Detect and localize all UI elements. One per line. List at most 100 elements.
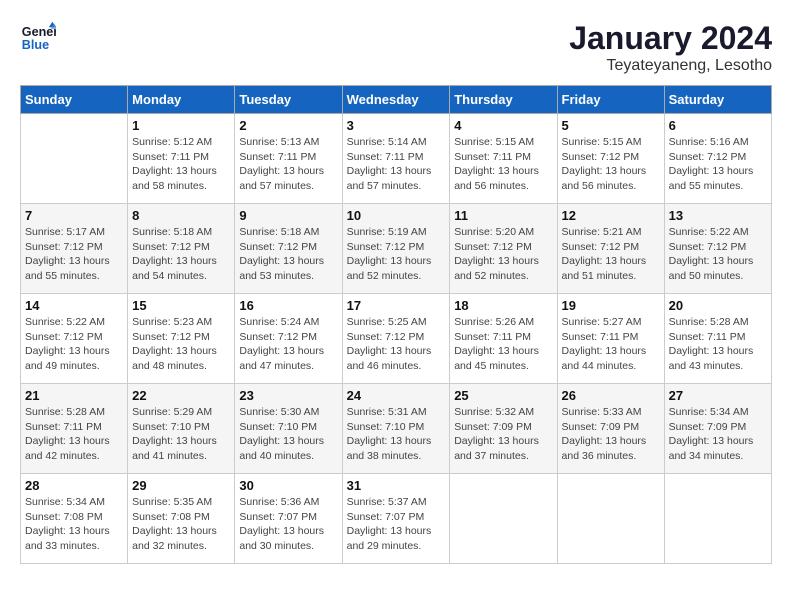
day-cell: 9 Sunrise: 5:18 AMSunset: 7:12 PMDaylight… bbox=[235, 204, 342, 294]
day-cell: 24 Sunrise: 5:31 AMSunset: 7:10 PMDayligh… bbox=[342, 384, 450, 474]
day-cell: 17 Sunrise: 5:25 AMSunset: 7:12 PMDayligh… bbox=[342, 294, 450, 384]
day-number: 31 bbox=[347, 478, 446, 493]
day-info: Sunrise: 5:19 AMSunset: 7:12 PMDaylight:… bbox=[347, 225, 446, 284]
day-cell: 28 Sunrise: 5:34 AMSunset: 7:08 PMDayligh… bbox=[21, 474, 128, 564]
day-number: 23 bbox=[239, 388, 337, 403]
day-number: 17 bbox=[347, 298, 446, 313]
day-number: 15 bbox=[132, 298, 230, 313]
day-cell: 5 Sunrise: 5:15 AMSunset: 7:12 PMDaylight… bbox=[557, 114, 664, 204]
day-info: Sunrise: 5:25 AMSunset: 7:12 PMDaylight:… bbox=[347, 315, 446, 374]
day-cell: 18 Sunrise: 5:26 AMSunset: 7:11 PMDayligh… bbox=[450, 294, 557, 384]
day-number: 18 bbox=[454, 298, 552, 313]
day-cell bbox=[557, 474, 664, 564]
day-number: 12 bbox=[562, 208, 660, 223]
col-friday: Friday bbox=[557, 86, 664, 114]
day-number: 5 bbox=[562, 118, 660, 133]
day-cell: 3Sunrise: 5:14 AMSunset: 7:11 PMDaylight… bbox=[342, 114, 450, 204]
day-info: Sunrise: 5:28 AMSunset: 7:11 PMDaylight:… bbox=[669, 315, 767, 374]
day-info: Sunrise: 5:14 AMSunset: 7:11 PMDaylight:… bbox=[347, 135, 446, 194]
col-sunday: Sunday bbox=[21, 86, 128, 114]
day-info: Sunrise: 5:23 AMSunset: 7:12 PMDaylight:… bbox=[132, 315, 230, 374]
day-cell bbox=[664, 474, 771, 564]
day-cell: 27 Sunrise: 5:34 AMSunset: 7:09 PMDayligh… bbox=[664, 384, 771, 474]
day-info: Sunrise: 5:18 AMSunset: 7:12 PMDaylight:… bbox=[132, 225, 230, 284]
day-cell: 11Sunrise: 5:20 AMSunset: 7:12 PMDayligh… bbox=[450, 204, 557, 294]
day-info: Sunrise: 5:27 AMSunset: 7:11 PMDaylight:… bbox=[562, 315, 660, 374]
week-row-3: 14 Sunrise: 5:22 AMSunset: 7:12 PMDayligh… bbox=[21, 294, 772, 384]
day-info: Sunrise: 5:33 AMSunset: 7:09 PMDaylight:… bbox=[562, 405, 660, 464]
header-row: Sunday Monday Tuesday Wednesday Thursday… bbox=[21, 86, 772, 114]
day-info: Sunrise: 5:24 AMSunset: 7:12 PMDaylight:… bbox=[239, 315, 337, 374]
location-title: Teyateyaneng, Lesotho bbox=[569, 57, 772, 75]
day-info: Sunrise: 5:28 AMSunset: 7:11 PMDaylight:… bbox=[25, 405, 123, 464]
day-info: Sunrise: 5:35 AMSunset: 7:08 PMDaylight:… bbox=[132, 495, 230, 554]
day-cell: 15 Sunrise: 5:23 AMSunset: 7:12 PMDayligh… bbox=[128, 294, 235, 384]
logo-icon: General Blue bbox=[20, 20, 56, 56]
day-cell: 4 Sunrise: 5:15 AMSunset: 7:11 PMDaylight… bbox=[450, 114, 557, 204]
day-info: Sunrise: 5:12 AMSunset: 7:11 PMDaylight:… bbox=[132, 135, 230, 194]
day-cell: 26 Sunrise: 5:33 AMSunset: 7:09 PMDayligh… bbox=[557, 384, 664, 474]
day-cell: 12 Sunrise: 5:21 AMSunset: 7:12 PMDayligh… bbox=[557, 204, 664, 294]
col-wednesday: Wednesday bbox=[342, 86, 450, 114]
col-monday: Monday bbox=[128, 86, 235, 114]
col-tuesday: Tuesday bbox=[235, 86, 342, 114]
day-number: 19 bbox=[562, 298, 660, 313]
day-info: Sunrise: 5:34 AMSunset: 7:09 PMDaylight:… bbox=[669, 405, 767, 464]
day-cell: 7 Sunrise: 5:17 AMSunset: 7:12 PMDaylight… bbox=[21, 204, 128, 294]
day-number: 21 bbox=[25, 388, 123, 403]
day-number: 1 bbox=[132, 118, 230, 133]
day-number: 26 bbox=[562, 388, 660, 403]
day-number: 29 bbox=[132, 478, 230, 493]
day-info: Sunrise: 5:15 AMSunset: 7:11 PMDaylight:… bbox=[454, 135, 552, 194]
day-number: 30 bbox=[239, 478, 337, 493]
week-row-4: 21 Sunrise: 5:28 AMSunset: 7:11 PMDayligh… bbox=[21, 384, 772, 474]
day-cell: 19 Sunrise: 5:27 AMSunset: 7:11 PMDayligh… bbox=[557, 294, 664, 384]
page-header: General Blue January 2024 Teyateyaneng, … bbox=[20, 20, 772, 75]
day-cell: 10 Sunrise: 5:19 AMSunset: 7:12 PMDayligh… bbox=[342, 204, 450, 294]
day-info: Sunrise: 5:22 AMSunset: 7:12 PMDaylight:… bbox=[25, 315, 123, 374]
week-row-5: 28 Sunrise: 5:34 AMSunset: 7:08 PMDayligh… bbox=[21, 474, 772, 564]
day-number: 8 bbox=[132, 208, 230, 223]
day-number: 9 bbox=[239, 208, 337, 223]
day-number: 2 bbox=[239, 118, 337, 133]
day-cell: 16 Sunrise: 5:24 AMSunset: 7:12 PMDayligh… bbox=[235, 294, 342, 384]
day-number: 16 bbox=[239, 298, 337, 313]
day-number: 13 bbox=[669, 208, 767, 223]
day-info: Sunrise: 5:22 AMSunset: 7:12 PMDaylight:… bbox=[669, 225, 767, 284]
svg-text:Blue: Blue bbox=[22, 38, 49, 52]
day-info: Sunrise: 5:30 AMSunset: 7:10 PMDaylight:… bbox=[239, 405, 337, 464]
day-cell: 23 Sunrise: 5:30 AMSunset: 7:10 PMDayligh… bbox=[235, 384, 342, 474]
day-info: Sunrise: 5:34 AMSunset: 7:08 PMDaylight:… bbox=[25, 495, 123, 554]
day-cell: 8 Sunrise: 5:18 AMSunset: 7:12 PMDaylight… bbox=[128, 204, 235, 294]
day-info: Sunrise: 5:20 AMSunset: 7:12 PMDaylight:… bbox=[454, 225, 552, 284]
day-cell: 25Sunrise: 5:32 AMSunset: 7:09 PMDayligh… bbox=[450, 384, 557, 474]
day-cell: 2Sunrise: 5:13 AMSunset: 7:11 PMDaylight… bbox=[235, 114, 342, 204]
day-cell bbox=[21, 114, 128, 204]
day-info: Sunrise: 5:15 AMSunset: 7:12 PMDaylight:… bbox=[562, 135, 660, 194]
day-info: Sunrise: 5:36 AMSunset: 7:07 PMDaylight:… bbox=[239, 495, 337, 554]
title-block: January 2024 Teyateyaneng, Lesotho bbox=[569, 20, 772, 75]
day-info: Sunrise: 5:29 AMSunset: 7:10 PMDaylight:… bbox=[132, 405, 230, 464]
day-cell: 29 Sunrise: 5:35 AMSunset: 7:08 PMDayligh… bbox=[128, 474, 235, 564]
day-cell: 20Sunrise: 5:28 AMSunset: 7:11 PMDayligh… bbox=[664, 294, 771, 384]
day-info: Sunrise: 5:16 AMSunset: 7:12 PMDaylight:… bbox=[669, 135, 767, 194]
day-cell bbox=[450, 474, 557, 564]
day-number: 24 bbox=[347, 388, 446, 403]
day-number: 14 bbox=[25, 298, 123, 313]
day-info: Sunrise: 5:18 AMSunset: 7:12 PMDaylight:… bbox=[239, 225, 337, 284]
day-info: Sunrise: 5:26 AMSunset: 7:11 PMDaylight:… bbox=[454, 315, 552, 374]
day-cell: 31 Sunrise: 5:37 AMSunset: 7:07 PMDayligh… bbox=[342, 474, 450, 564]
day-number: 27 bbox=[669, 388, 767, 403]
day-cell: 1 Sunrise: 5:12 AMSunset: 7:11 PMDaylight… bbox=[128, 114, 235, 204]
day-number: 4 bbox=[454, 118, 552, 133]
day-info: Sunrise: 5:17 AMSunset: 7:12 PMDaylight:… bbox=[25, 225, 123, 284]
logo: General Blue bbox=[20, 20, 56, 56]
col-thursday: Thursday bbox=[450, 86, 557, 114]
day-info: Sunrise: 5:37 AMSunset: 7:07 PMDaylight:… bbox=[347, 495, 446, 554]
day-info: Sunrise: 5:21 AMSunset: 7:12 PMDaylight:… bbox=[562, 225, 660, 284]
day-number: 7 bbox=[25, 208, 123, 223]
day-info: Sunrise: 5:32 AMSunset: 7:09 PMDaylight:… bbox=[454, 405, 552, 464]
day-info: Sunrise: 5:31 AMSunset: 7:10 PMDaylight:… bbox=[347, 405, 446, 464]
day-number: 10 bbox=[347, 208, 446, 223]
day-number: 28 bbox=[25, 478, 123, 493]
